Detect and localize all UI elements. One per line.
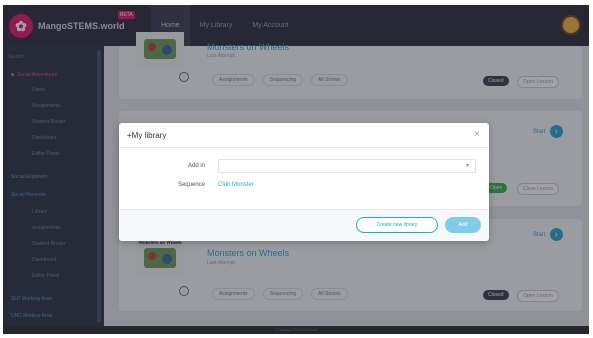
app-page: ✿ MangoSTEMS.world BETA Home My Library … [3,5,589,334]
dialog-footer: Create new library Add [119,209,489,241]
create-new-library-button[interactable]: Create new library [356,217,438,233]
dialog-divider [119,147,489,148]
add-in-label: Add in [187,163,205,169]
sequence-label: Sequence [177,182,205,188]
sequence-value: Club Monster [218,182,254,188]
library-select[interactable]: ▾ [218,159,476,173]
add-to-library-dialog: +My library × Add in ▾ Sequence Club Mon… [119,123,489,241]
chevron-down-icon: ▾ [465,163,469,169]
close-icon[interactable]: × [474,129,480,140]
add-button[interactable]: Add [445,217,481,233]
dialog-title: +My library [127,131,167,140]
